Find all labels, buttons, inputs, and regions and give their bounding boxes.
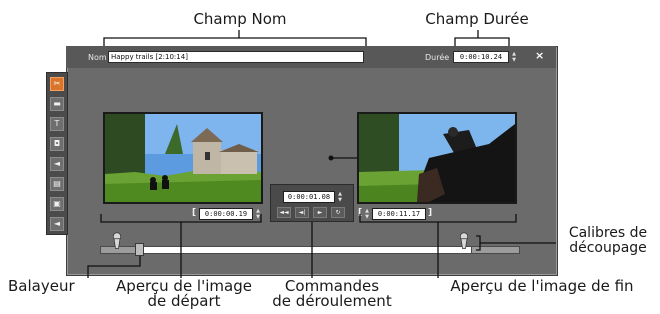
callout-leader-lines [87, 30, 556, 278]
